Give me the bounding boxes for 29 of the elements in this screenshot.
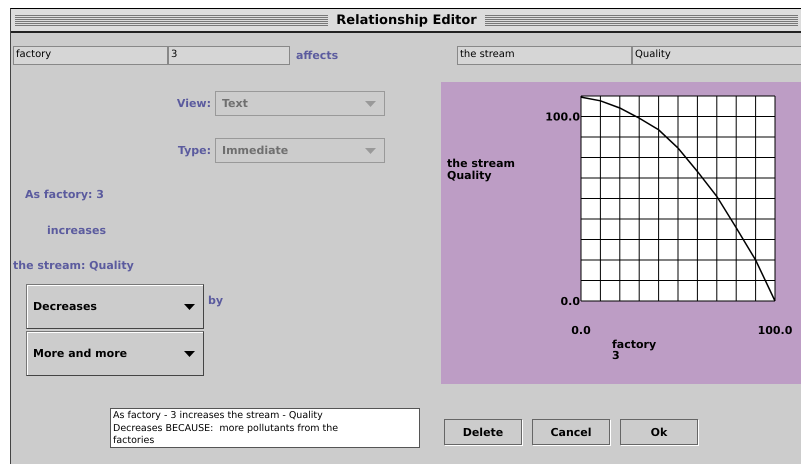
window-title: Relationship Editor	[335, 12, 478, 28]
explanation-field[interactable]: As factory - 3 increases the stream - Quality Decreases BECAUSE: more pollutants from the factories	[110, 408, 420, 448]
caret-icon	[365, 148, 376, 154]
caret-icon	[184, 304, 195, 310]
x-tick-label: 0.0	[571, 324, 591, 337]
y-tick-label: 100.0	[545, 110, 580, 124]
effect-attribute-field[interactable]: Quality	[632, 46, 801, 65]
caret-icon	[184, 350, 195, 356]
statement-text: increases	[47, 224, 106, 237]
statement-text: the stream: Quality	[13, 259, 134, 272]
effect-object-field[interactable]: the stream	[457, 46, 632, 65]
y-axis-label: the stream Quality	[447, 157, 515, 182]
relation-verb: affects	[295, 49, 340, 62]
by-label: by	[208, 294, 224, 307]
select-label: View:	[176, 97, 211, 110]
rate-dropdown[interactable]: More and more	[26, 331, 204, 376]
dialog-button[interactable]: Delete	[444, 419, 522, 445]
statement-text: As factory: 3	[25, 188, 104, 201]
cause-attribute-field[interactable]: 3	[168, 46, 290, 65]
x-axis-label: factory 3	[612, 338, 656, 362]
cause-object-field[interactable]: factory	[13, 46, 168, 65]
title-bar[interactable]: Relationship Editor	[11, 9, 801, 33]
direction-dropdown[interactable]: Decreases	[26, 284, 204, 329]
x-tick-label: 100.0	[758, 324, 792, 337]
dialog-button[interactable]: Ok	[620, 419, 698, 445]
select-label: Type:	[178, 144, 211, 157]
dialog-button[interactable]: Cancel	[532, 419, 610, 445]
y-tick-label: 0.0	[560, 295, 580, 308]
caret-icon	[365, 100, 376, 106]
